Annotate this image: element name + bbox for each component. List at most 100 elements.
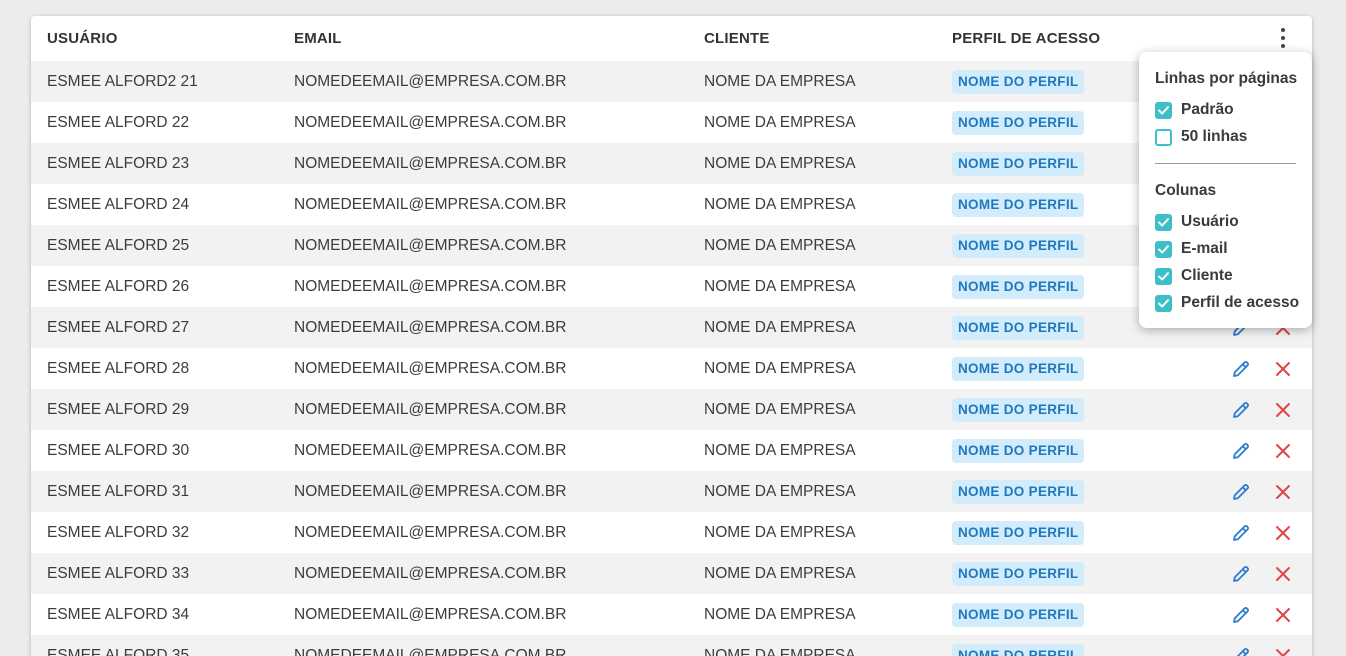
cell-user: ESMEE ALFORD 22 xyxy=(47,114,190,131)
perfil-badge: NOME DO PERFIL xyxy=(952,70,1085,94)
cell-user: ESMEE ALFORD 28 xyxy=(47,360,190,377)
rows-option-50[interactable]: 50 linhas xyxy=(1155,127,1247,147)
cell-email: NOMEDEEMAIL@EMPRESA.COM.BR xyxy=(294,442,567,459)
cell-user: ESMEE ALFORD 34 xyxy=(47,606,190,623)
cell-email: NOMEDEEMAIL@EMPRESA.COM.BR xyxy=(294,647,567,656)
cell-client: NOME DA EMPRESA xyxy=(704,483,856,500)
table-row: ESMEE ALFORD 34 NOMEDEEMAIL@EMPRESA.COM.B… xyxy=(31,594,1312,635)
cell-user: ESMEE ALFORD 29 xyxy=(47,401,190,418)
cell-email: NOMEDEEMAIL@EMPRESA.COM.BR xyxy=(294,524,567,541)
pencil-icon[interactable] xyxy=(1230,440,1252,462)
close-icon[interactable] xyxy=(1273,523,1293,543)
column-option-perfil[interactable]: Perfil de acesso xyxy=(1155,293,1299,313)
cell-user: ESMEE ALFORD2 21 xyxy=(47,73,198,90)
table-row: ESMEE ALFORD 25 NOMEDEEMAIL@EMPRESA.COM.B… xyxy=(31,225,1312,266)
table-row: ESMEE ALFORD 28 NOMEDEEMAIL@EMPRESA.COM.B… xyxy=(31,348,1312,389)
cell-user: ESMEE ALFORD 25 xyxy=(47,237,190,254)
cell-client: NOME DA EMPRESA xyxy=(704,237,856,254)
cell-client: NOME DA EMPRESA xyxy=(704,319,856,336)
cell-email: NOMEDEEMAIL@EMPRESA.COM.BR xyxy=(294,483,567,500)
cell-client: NOME DA EMPRESA xyxy=(704,401,856,418)
cell-user: ESMEE ALFORD 27 xyxy=(47,319,190,336)
cell-user: ESMEE ALFORD 35 xyxy=(47,647,190,656)
column-option-cliente[interactable]: Cliente xyxy=(1155,266,1233,286)
column-header-client[interactable]: CLIENTE xyxy=(704,30,770,47)
rows-option-padrao[interactable]: Padrão xyxy=(1155,100,1234,120)
close-icon[interactable] xyxy=(1273,646,1293,656)
close-icon[interactable] xyxy=(1273,441,1293,461)
perfil-badge: NOME DO PERFIL xyxy=(952,234,1085,258)
pencil-icon[interactable] xyxy=(1230,604,1252,626)
close-icon[interactable] xyxy=(1273,605,1293,625)
perfil-badge: NOME DO PERFIL xyxy=(952,398,1085,422)
column-header-user[interactable]: USUÁRIO xyxy=(47,30,118,47)
column-option-label: Perfil de acesso xyxy=(1181,294,1300,311)
rows-option-label: 50 linhas xyxy=(1181,128,1248,145)
cell-user: ESMEE ALFORD 33 xyxy=(47,565,190,582)
perfil-badge: NOME DO PERFIL xyxy=(952,193,1085,217)
checkbox-checked-icon[interactable] xyxy=(1155,101,1172,119)
perfil-badge: NOME DO PERFIL xyxy=(952,603,1085,627)
cell-email: NOMEDEEMAIL@EMPRESA.COM.BR xyxy=(294,360,567,377)
table-row: ESMEE ALFORD2 21 NOMEDEEMAIL@EMPRESA.COM.… xyxy=(31,61,1312,102)
cell-email: NOMEDEEMAIL@EMPRESA.COM.BR xyxy=(294,401,567,418)
table-row: ESMEE ALFORD 26 NOMEDEEMAIL@EMPRESA.COM.B… xyxy=(31,266,1312,307)
perfil-badge: NOME DO PERFIL xyxy=(952,152,1085,176)
table-row: ESMEE ALFORD 23 NOMEDEEMAIL@EMPRESA.COM.B… xyxy=(31,143,1312,184)
pencil-icon[interactable] xyxy=(1230,645,1252,656)
column-option-label: Cliente xyxy=(1181,267,1233,284)
column-option-label: E-mail xyxy=(1181,240,1228,257)
cell-client: NOME DA EMPRESA xyxy=(704,360,856,377)
perfil-badge: NOME DO PERFIL xyxy=(952,480,1085,504)
rows-per-page-title: Linhas por páginas xyxy=(1155,70,1298,87)
more-vertical-icon[interactable] xyxy=(1275,26,1291,50)
checkbox-checked-icon[interactable] xyxy=(1155,267,1172,285)
table-row: ESMEE ALFORD 31 NOMEDEEMAIL@EMPRESA.COM.B… xyxy=(31,471,1312,512)
cell-client: NOME DA EMPRESA xyxy=(704,442,856,459)
cell-client: NOME DA EMPRESA xyxy=(704,278,856,295)
perfil-badge: NOME DO PERFIL xyxy=(952,644,1085,656)
users-table-card: USUÁRIO EMAIL CLIENTE PERFIL DE ACESSO E… xyxy=(31,16,1312,656)
cell-email: NOMEDEEMAIL@EMPRESA.COM.BR xyxy=(294,278,567,295)
cell-user: ESMEE ALFORD 30 xyxy=(47,442,190,459)
cell-client: NOME DA EMPRESA xyxy=(704,524,856,541)
close-icon[interactable] xyxy=(1273,359,1293,379)
cell-client: NOME DA EMPRESA xyxy=(704,647,856,656)
cell-user: ESMEE ALFORD 32 xyxy=(47,524,190,541)
rows-option-label: Padrão xyxy=(1181,101,1234,118)
perfil-badge: NOME DO PERFIL xyxy=(952,521,1085,545)
column-option-email[interactable]: E-mail xyxy=(1155,239,1228,259)
table-settings-popup: Linhas por páginas Padrão 50 linhas Colu… xyxy=(1139,52,1312,328)
checkbox-unchecked-icon[interactable] xyxy=(1155,128,1172,146)
pencil-icon[interactable] xyxy=(1230,399,1252,421)
close-icon[interactable] xyxy=(1273,400,1293,420)
table-row: ESMEE ALFORD 33 NOMEDEEMAIL@EMPRESA.COM.B… xyxy=(31,553,1312,594)
close-icon[interactable] xyxy=(1273,564,1293,584)
pencil-icon[interactable] xyxy=(1230,563,1252,585)
perfil-badge: NOME DO PERFIL xyxy=(952,357,1085,381)
column-option-usuario[interactable]: Usuário xyxy=(1155,212,1239,232)
column-header-perfil[interactable]: PERFIL DE ACESSO xyxy=(952,30,1100,47)
checkbox-checked-icon[interactable] xyxy=(1155,213,1172,231)
checkbox-checked-icon[interactable] xyxy=(1155,240,1172,258)
pencil-icon[interactable] xyxy=(1230,358,1252,380)
cell-email: NOMEDEEMAIL@EMPRESA.COM.BR xyxy=(294,606,567,623)
pencil-icon[interactable] xyxy=(1230,522,1252,544)
cell-client: NOME DA EMPRESA xyxy=(704,73,856,90)
close-icon[interactable] xyxy=(1273,482,1293,502)
column-option-label: Usuário xyxy=(1181,213,1239,230)
column-header-email[interactable]: EMAIL xyxy=(294,30,342,47)
cell-user: ESMEE ALFORD 24 xyxy=(47,196,190,213)
cell-user: ESMEE ALFORD 23 xyxy=(47,155,190,172)
cell-email: NOMEDEEMAIL@EMPRESA.COM.BR xyxy=(294,319,567,336)
cell-client: NOME DA EMPRESA xyxy=(704,565,856,582)
cell-user: ESMEE ALFORD 26 xyxy=(47,278,190,295)
cell-client: NOME DA EMPRESA xyxy=(704,606,856,623)
cell-email: NOMEDEEMAIL@EMPRESA.COM.BR xyxy=(294,237,567,254)
pencil-icon[interactable] xyxy=(1230,481,1252,503)
table-row: ESMEE ALFORD 24 NOMEDEEMAIL@EMPRESA.COM.B… xyxy=(31,184,1312,225)
checkbox-checked-icon[interactable] xyxy=(1155,294,1172,312)
perfil-badge: NOME DO PERFIL xyxy=(952,275,1085,299)
columns-title: Colunas xyxy=(1155,182,1217,199)
popup-divider xyxy=(1155,163,1296,164)
